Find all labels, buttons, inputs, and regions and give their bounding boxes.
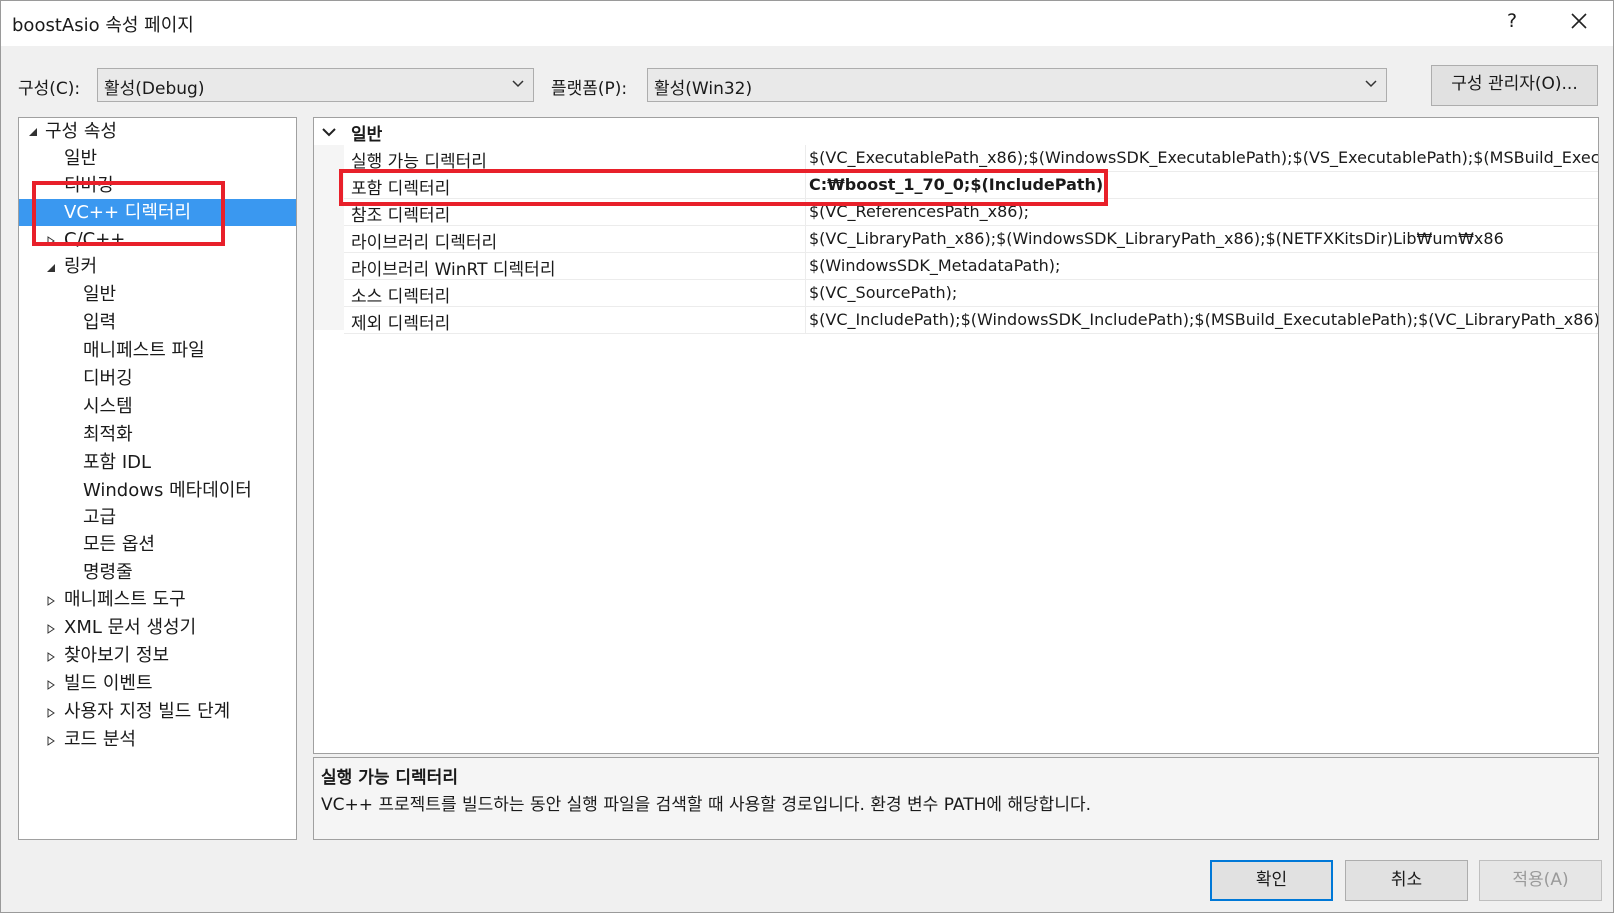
- description-text: VC++ 프로젝트를 빌드하는 동안 실행 파일을 검색할 때 사용할 경로입니…: [321, 795, 1092, 815]
- property-value[interactable]: $(WindowsSDK_MetadataPath);: [809, 256, 1060, 275]
- property-value[interactable]: $(VC_ReferencesPath_x86);: [809, 202, 1029, 221]
- property-row-source-dirs[interactable]: 소스 디렉터리 $(VC_SourcePath);: [344, 280, 1598, 307]
- tree-item-linker-debugging[interactable]: 디버깅: [83, 365, 133, 392]
- collapsed-triangle-icon: [47, 236, 55, 246]
- collapsed-triangle-icon: [47, 624, 55, 634]
- close-button[interactable]: [1564, 6, 1594, 36]
- tree-item-linker-optimization[interactable]: 최적화: [83, 421, 133, 448]
- config-select[interactable]: 활성(Debug): [97, 68, 534, 102]
- tree-item-xml-doc-generator[interactable]: XML 문서 생성기: [64, 614, 196, 641]
- chevron-down-icon: [512, 80, 524, 88]
- tree-item-linker[interactable]: 링커: [64, 253, 97, 280]
- category-row-general[interactable]: 일반: [314, 118, 1598, 145]
- property-value[interactable]: $(VC_LibraryPath_x86);$(WindowsSDK_Libra…: [809, 229, 1504, 248]
- property-name: 라이브러리 WinRT 디렉터리: [351, 260, 556, 280]
- title-bar: boostAsio 속성 페이지 ?: [0, 0, 1614, 46]
- tree-item-linker-general[interactable]: 일반: [83, 281, 116, 308]
- config-manager-button[interactable]: 구성 관리자(O)...: [1431, 65, 1598, 106]
- property-row-winrt-library-dirs[interactable]: 라이브러리 WinRT 디렉터리 $(WindowsSDK_MetadataPa…: [344, 253, 1598, 280]
- help-button[interactable]: ?: [1500, 10, 1524, 36]
- property-name: 실행 가능 디렉터리: [351, 152, 487, 172]
- config-select-value: 활성(Debug): [104, 79, 205, 99]
- property-name: 제외 디렉터리: [351, 314, 451, 334]
- property-value[interactable]: C:₩boost_1_70_0;$(IncludePath): [809, 175, 1103, 194]
- tree-root-config-properties[interactable]: 구성 속성: [45, 118, 117, 145]
- apply-button[interactable]: 적용(A): [1479, 860, 1602, 901]
- cancel-button[interactable]: 취소: [1345, 860, 1468, 901]
- tree-item-manifest-tool[interactable]: 매니페스트 도구: [64, 586, 186, 613]
- tree-item-custom-build-step[interactable]: 사용자 지정 빌드 단계: [64, 698, 230, 725]
- platform-select-value: 활성(Win32): [654, 79, 753, 99]
- tree-item-build-events[interactable]: 빌드 이벤트: [64, 670, 153, 697]
- property-grid[interactable]: 일반 실행 가능 디렉터리 $(VC_ExecutablePath_x86);$…: [313, 117, 1599, 754]
- property-name: 라이브러리 디렉터리: [351, 233, 498, 253]
- tree-item-linker-input[interactable]: 입력: [83, 309, 116, 336]
- tree-item-linker-system[interactable]: 시스템: [83, 393, 133, 420]
- tree-item-vc-directories[interactable]: VC++ 디렉터리: [19, 199, 296, 226]
- property-value[interactable]: $(VC_ExecutablePath_x86);$(WindowsSDK_Ex…: [809, 148, 1598, 167]
- property-value[interactable]: $(VC_IncludePath);$(WindowsSDK_IncludePa…: [809, 310, 1598, 329]
- property-row-library-dirs[interactable]: 라이브러리 디렉터리 $(VC_LibraryPath_x86);$(Windo…: [344, 226, 1598, 253]
- column-divider: [805, 199, 806, 226]
- tree-item-linker-manifest-file[interactable]: 매니페스트 파일: [83, 337, 205, 364]
- close-icon: [1571, 13, 1587, 29]
- expanded-triangle-icon: [29, 128, 37, 136]
- platform-label: 플랫폼(P):: [551, 79, 628, 99]
- category-label: 일반: [351, 125, 383, 145]
- expanded-triangle-icon: [47, 264, 55, 272]
- property-name: 참조 디렉터리: [351, 206, 451, 226]
- tree-item-debugging[interactable]: 디버깅: [64, 172, 114, 199]
- tree-item-linker-embedded-idl[interactable]: 포함 IDL: [83, 449, 151, 476]
- collapsed-triangle-icon: [47, 596, 55, 606]
- tree-item-linker-advanced[interactable]: 고급: [83, 504, 116, 531]
- property-row-include-dirs[interactable]: 포함 디렉터리 C:₩boost_1_70_0;$(IncludePath): [344, 172, 1598, 199]
- column-divider: [805, 226, 806, 253]
- property-value[interactable]: $(VC_SourcePath);: [809, 283, 957, 302]
- description-pane: 실행 가능 디렉터리 VC++ 프로젝트를 빌드하는 동안 실행 파일을 검색할…: [313, 757, 1599, 840]
- collapsed-triangle-icon: [47, 736, 55, 746]
- tree-item-linker-command-line[interactable]: 명령줄: [83, 559, 133, 586]
- tree-item-browse-info[interactable]: 찾아보기 정보: [64, 642, 169, 669]
- grid-gutter: [314, 145, 344, 330]
- tree-item-code-analysis[interactable]: 코드 분석: [64, 726, 136, 753]
- property-name: 소스 디렉터리: [351, 287, 451, 307]
- tree-item-linker-windows-metadata[interactable]: Windows 메타데이터: [83, 477, 252, 504]
- window-title: boostAsio 속성 페이지: [12, 15, 194, 36]
- collapsed-triangle-icon: [47, 680, 55, 690]
- property-name: 포함 디렉터리: [351, 179, 451, 199]
- collapsed-triangle-icon: [47, 652, 55, 662]
- ok-button[interactable]: 확인: [1210, 860, 1333, 901]
- column-divider: [805, 145, 806, 172]
- column-divider: [805, 172, 806, 199]
- chevron-down-icon: [1365, 80, 1377, 88]
- collapsed-triangle-icon: [47, 708, 55, 718]
- property-row-reference-dirs[interactable]: 참조 디렉터리 $(VC_ReferencesPath_x86);: [344, 199, 1598, 226]
- column-divider: [805, 253, 806, 280]
- column-divider: [805, 307, 806, 334]
- property-row-exclude-dirs[interactable]: 제외 디렉터리 $(VC_IncludePath);$(WindowsSDK_I…: [344, 307, 1598, 334]
- chevron-down-icon: [322, 128, 336, 137]
- platform-select[interactable]: 활성(Win32): [647, 68, 1387, 102]
- tree-item-general[interactable]: 일반: [64, 145, 97, 172]
- tree-item-cpp[interactable]: C/C++: [64, 226, 125, 253]
- column-divider: [805, 280, 806, 307]
- tree-item-linker-all-options[interactable]: 모든 옵션: [83, 531, 155, 558]
- property-row-executable-dirs[interactable]: 실행 가능 디렉터리 $(VC_ExecutablePath_x86);$(Wi…: [344, 145, 1598, 172]
- description-title: 실행 가능 디렉터리: [321, 768, 458, 788]
- property-tree[interactable]: 구성 속성 일반 디버깅 VC++ 디렉터리 C/C++ 링커 일반 입력 매니…: [18, 117, 297, 840]
- config-label: 구성(C):: [18, 79, 81, 99]
